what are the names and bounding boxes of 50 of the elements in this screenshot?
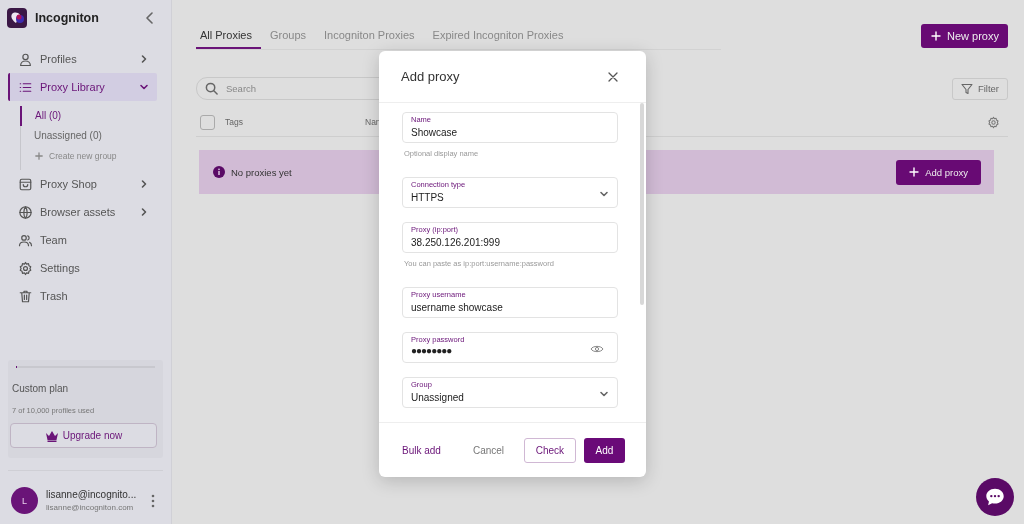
filter-icon bbox=[960, 82, 973, 95]
app-logo bbox=[7, 8, 27, 28]
person-icon bbox=[18, 51, 33, 67]
tab[interactable]: All Proxies bbox=[196, 24, 261, 49]
more-icon bbox=[151, 493, 155, 508]
plus-icon bbox=[909, 167, 920, 177]
crown-icon bbox=[44, 429, 59, 442]
chat-icon bbox=[984, 486, 1006, 508]
eye-icon bbox=[590, 344, 604, 354]
globe-icon bbox=[18, 204, 33, 220]
proxy-group-item[interactable]: Unassigned (0) bbox=[21, 126, 102, 146]
empty-message: No proxies yet bbox=[231, 166, 293, 178]
avatar[interactable]: L bbox=[11, 487, 38, 514]
app-name: Incogniton bbox=[35, 11, 100, 25]
user-name: lisanne@incognito... bbox=[46, 489, 138, 500]
chat-button[interactable] bbox=[976, 478, 1014, 516]
plan-name: Custom plan bbox=[12, 383, 70, 394]
bag-icon bbox=[18, 176, 33, 192]
info-icon bbox=[213, 166, 225, 178]
add-proxy-button[interactable]: Add proxy bbox=[896, 159, 981, 185]
plus-icon bbox=[35, 152, 43, 160]
collapse-icon bbox=[145, 12, 155, 24]
nav-item[interactable]: Settings bbox=[8, 254, 157, 282]
settings-icon bbox=[987, 115, 1000, 129]
gear-icon bbox=[18, 260, 33, 276]
bulk-add-button[interactable]: Bulk add bbox=[396, 437, 447, 463]
nav-item[interactable]: Proxy Shop bbox=[8, 170, 157, 198]
people-icon bbox=[18, 232, 33, 248]
cancel-button[interactable]: Cancel bbox=[452, 437, 513, 463]
check-button[interactable]: Check bbox=[524, 437, 576, 463]
new-proxy-button[interactable]: New proxy bbox=[921, 24, 1008, 48]
chevron-down-icon bbox=[599, 389, 609, 399]
nav-item[interactable]: Team bbox=[8, 226, 157, 254]
proxy-group-item[interactable]: All (0) bbox=[20, 106, 62, 126]
chevron-down-icon bbox=[599, 189, 609, 199]
trash-icon bbox=[18, 288, 33, 304]
scrollbar-thumb[interactable] bbox=[640, 103, 644, 305]
filter-button[interactable]: Filter bbox=[951, 77, 1008, 100]
column-header[interactable]: Tags bbox=[225, 117, 365, 127]
user-email: lisanne@incogniton.com bbox=[46, 503, 135, 512]
select-all-checkbox[interactable] bbox=[200, 114, 215, 130]
nav-item[interactable]: Trash bbox=[8, 282, 157, 310]
nav-item[interactable]: Browser assets bbox=[8, 198, 157, 226]
close-icon bbox=[608, 71, 618, 82]
upgrade-button[interactable]: Upgrade now bbox=[10, 423, 157, 448]
add-button[interactable]: Add bbox=[583, 437, 625, 463]
search-icon bbox=[205, 82, 218, 95]
nav-item[interactable]: Proxy Library bbox=[8, 73, 157, 101]
plus-icon bbox=[931, 31, 942, 41]
nav-item[interactable]: Profiles bbox=[8, 45, 157, 73]
